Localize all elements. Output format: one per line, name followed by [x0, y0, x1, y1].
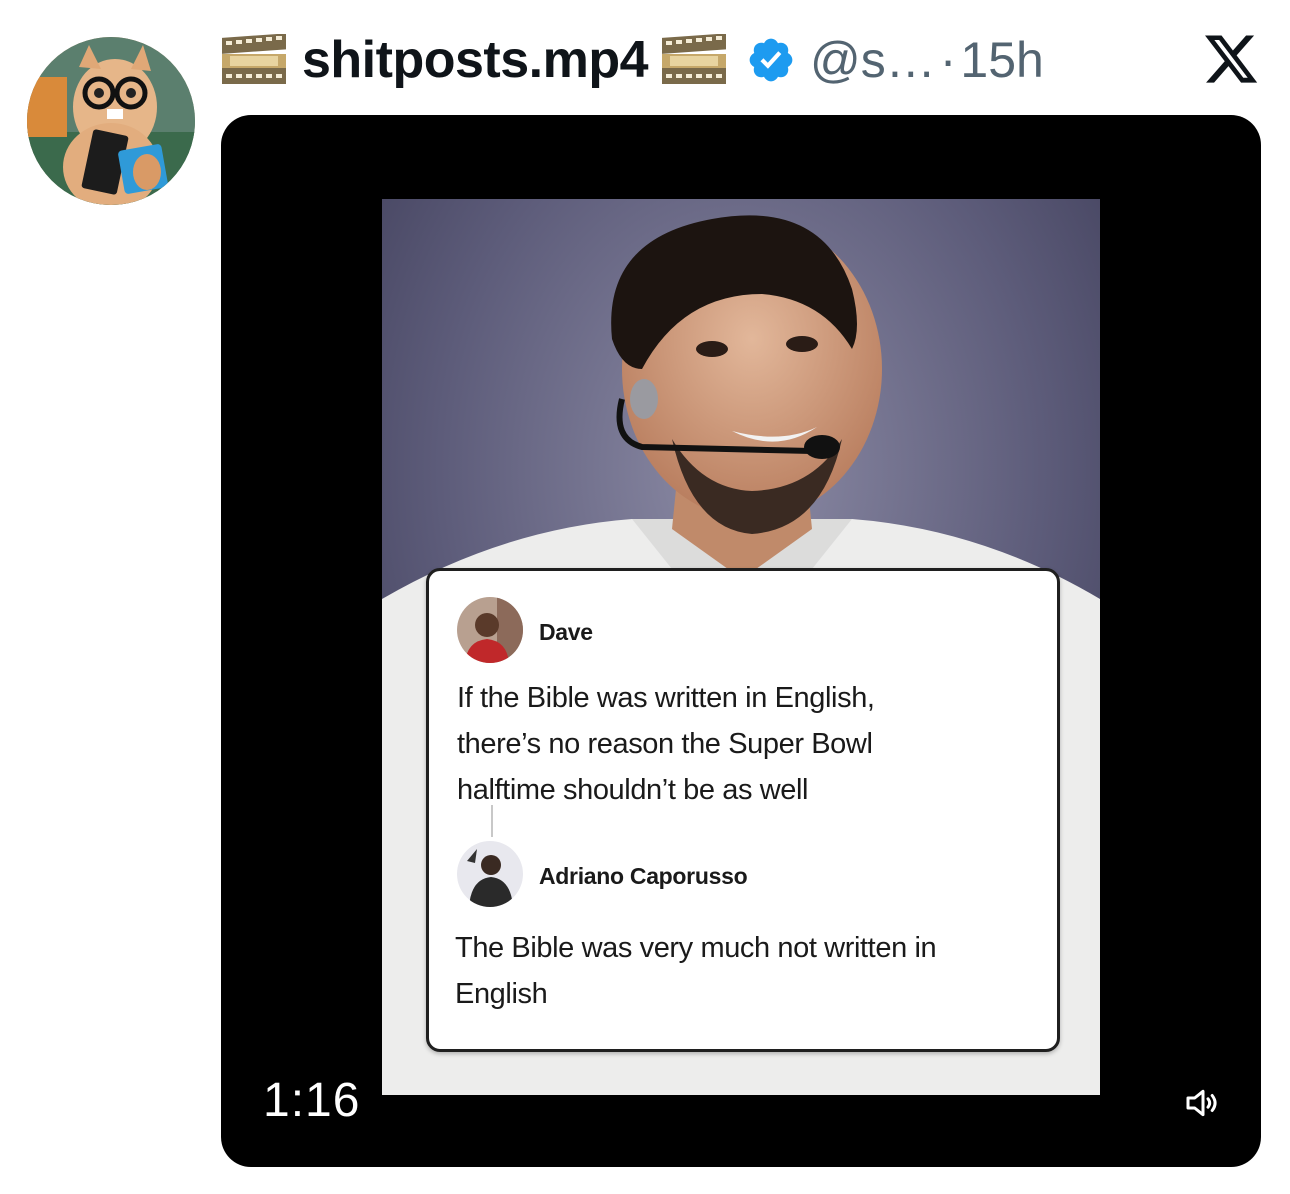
video-player[interactable]: Dave If the Bible was written in English…: [221, 115, 1261, 1167]
speaker-icon[interactable]: [1183, 1083, 1223, 1123]
adriano-reply-line: The Bible was very much not written in: [455, 932, 937, 964]
author-handle[interactable]: @s…: [810, 31, 936, 89]
separator-dot: ·: [939, 32, 957, 88]
adriano-reply-text: The Bible was very much not written in E…: [455, 925, 937, 1017]
tweet-header: shitposts.mp4 @s… · 15h: [220, 24, 1266, 96]
adriano-name: Adriano Caporusso: [539, 863, 748, 889]
x-logo-icon[interactable]: [1202, 30, 1260, 88]
post-timestamp[interactable]: 15h: [960, 31, 1043, 89]
author-avatar[interactable]: [27, 37, 195, 205]
dave-name: Dave: [539, 619, 593, 645]
thread-connector: [491, 805, 493, 837]
adriano-avatar: [457, 841, 523, 907]
verified-badge-icon: [749, 38, 793, 82]
author-display-name[interactable]: shitposts.mp4: [302, 30, 649, 90]
dave-post-line: there’s no reason the Super Bowl: [457, 728, 873, 760]
film-frames-icon: [660, 34, 728, 86]
video-duration: 1:16: [263, 1074, 361, 1127]
dave-post-text: If the Bible was written in English, the…: [457, 675, 875, 813]
dave-post-line: If the Bible was written in English,: [457, 682, 875, 714]
film-frames-icon: [220, 34, 288, 86]
video-frame: Dave If the Bible was written in English…: [382, 199, 1100, 1095]
adriano-reply-line: English: [455, 978, 548, 1010]
dave-avatar: [457, 597, 523, 663]
dave-post-line: halftime shouldn’t be as well: [457, 774, 809, 806]
meme-card: Dave If the Bible was written in English…: [426, 568, 1060, 1052]
